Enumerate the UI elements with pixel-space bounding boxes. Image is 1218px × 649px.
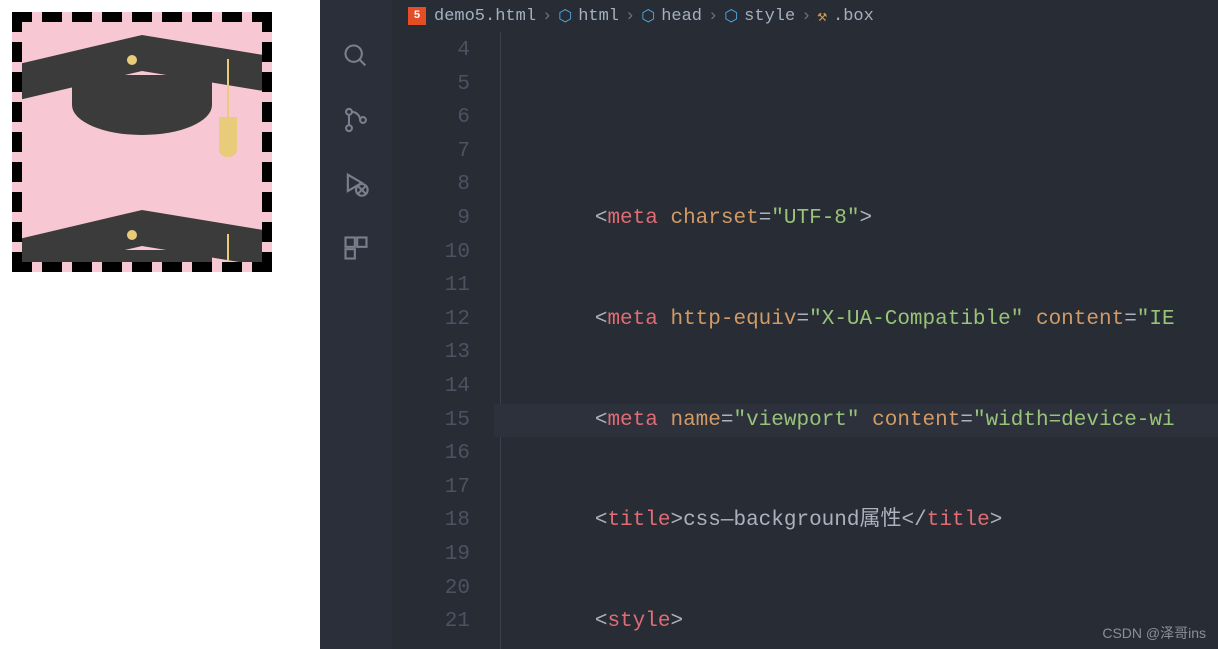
breadcrumb-part[interactable]: .box — [833, 7, 874, 26]
source-control-icon[interactable] — [340, 104, 372, 136]
code-line[interactable]: <meta http-equiv="X-UA-Compatible" conte… — [494, 303, 1218, 337]
search-icon[interactable] — [340, 40, 372, 72]
breadcrumb-part[interactable]: head — [661, 7, 702, 26]
breadcrumb-part[interactable]: html — [578, 7, 619, 26]
chevron-right-icon: › — [801, 7, 811, 26]
chevron-right-icon: › — [542, 7, 552, 26]
block-icon: ⬡ — [558, 6, 572, 26]
breadcrumb-part[interactable]: style — [744, 7, 795, 26]
run-debug-icon[interactable] — [340, 168, 372, 200]
hat-image — [12, 202, 272, 272]
hat-image — [12, 27, 272, 167]
code-line[interactable]: <title>css—background属性</title> — [494, 504, 1218, 538]
breadcrumb-file[interactable]: demo5.html — [434, 7, 536, 26]
preview-pane — [0, 0, 320, 649]
block-icon: ⬡ — [724, 6, 738, 26]
breadcrumb[interactable]: 5 demo5.html › ⬡ html › ⬡ head › ⬡ style… — [392, 0, 1218, 32]
code-line[interactable]: <meta charset="UTF-8"> — [494, 202, 1218, 236]
code-content[interactable]: <meta charset="UTF-8"> <meta http-equiv=… — [494, 32, 1218, 649]
css-class-icon: ⚒ — [817, 6, 827, 26]
html5-icon: 5 — [408, 7, 426, 25]
watermark: CSDN @泽哥ins — [1102, 623, 1206, 643]
code-editor[interactable]: 4 5 6 7 8 9 10 11 12 13 14 15 16 17 18 1… — [392, 32, 1218, 649]
activity-bar — [320, 0, 392, 649]
editor-area: 5 demo5.html › ⬡ html › ⬡ head › ⬡ style… — [392, 0, 1218, 649]
code-line[interactable]: <meta name="viewport" content="width=dev… — [494, 404, 1218, 438]
rendered-box — [12, 12, 272, 272]
block-icon: ⬡ — [641, 6, 655, 26]
line-gutter: 4 5 6 7 8 9 10 11 12 13 14 15 16 17 18 1… — [392, 32, 494, 649]
extensions-icon[interactable] — [340, 232, 372, 264]
chevron-right-icon: › — [625, 7, 635, 26]
chevron-right-icon: › — [708, 7, 718, 26]
